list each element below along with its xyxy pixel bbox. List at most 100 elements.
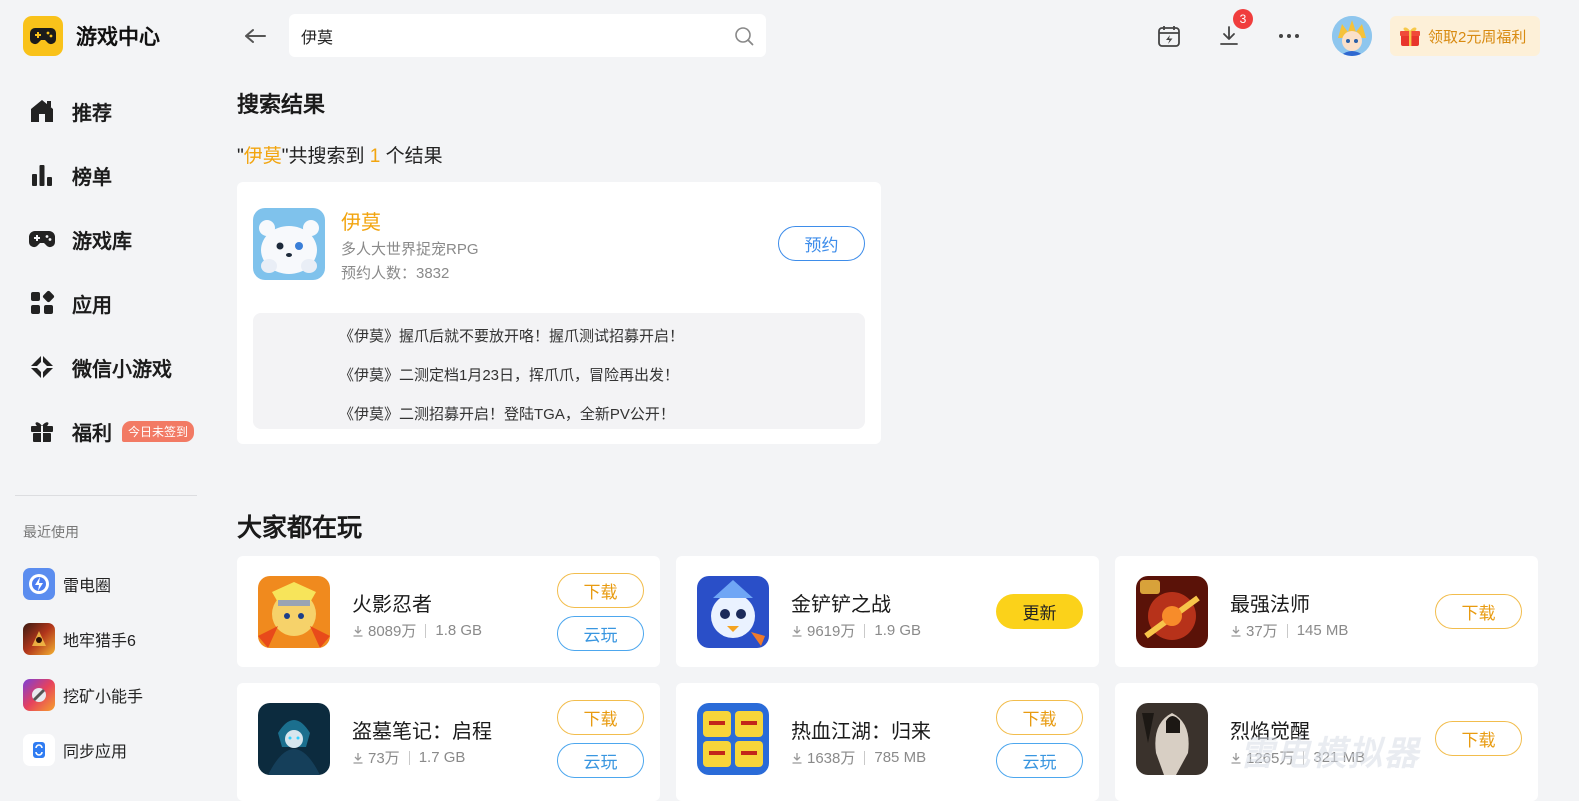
download-button[interactable]: 下载 bbox=[1435, 594, 1522, 629]
lieyanjuexing-game-icon[interactable] bbox=[1136, 703, 1208, 775]
download-count: 8089万 bbox=[368, 623, 417, 640]
file-size: 1.7 GB bbox=[418, 749, 466, 766]
download-count: 1638万 bbox=[807, 750, 856, 767]
result-game-name[interactable]: 伊莫 bbox=[341, 206, 381, 235]
rexuejianghu-game-icon[interactable] bbox=[697, 703, 769, 775]
game-name[interactable]: 火影忍者 bbox=[352, 588, 432, 617]
search-input[interactable] bbox=[301, 26, 734, 45]
game-meta: 73万 1.7 GB bbox=[352, 747, 465, 768]
download-icon bbox=[1220, 26, 1238, 45]
app-title: 游戏中心 bbox=[76, 26, 160, 49]
promo-label: 领取2元周福利 bbox=[1428, 28, 1527, 46]
home-icon bbox=[28, 97, 56, 125]
download-count: 73万 bbox=[368, 750, 400, 767]
jinchanchan-game-icon[interactable] bbox=[697, 576, 769, 648]
game-meta: 8089万 1.8 GB bbox=[352, 620, 482, 641]
sidebar-item-wechat-minigames[interactable]: 微信小游戏 bbox=[16, 335, 206, 399]
reserve-button[interactable]: 预约 bbox=[778, 226, 865, 261]
download-button[interactable]: 下载 bbox=[557, 573, 644, 608]
update-button[interactable]: 更新 bbox=[996, 594, 1083, 629]
quote-close: " bbox=[281, 146, 289, 167]
game-card-huoying[interactable]: 火影忍者 8089万 1.8 GB 下载 云玩 bbox=[237, 556, 660, 667]
more-button[interactable] bbox=[1270, 20, 1308, 52]
quote-open: " bbox=[237, 146, 244, 167]
news-item[interactable]: 《伊莫》二测定档1月23日，挥爪爪，冒险再出发！ bbox=[339, 364, 679, 385]
daomubiji-game-icon[interactable] bbox=[258, 703, 330, 775]
recent-item-mining-helper[interactable]: 挖矿小能手 bbox=[23, 667, 143, 723]
calendar-icon bbox=[1158, 26, 1180, 47]
huoying-game-icon[interactable] bbox=[258, 576, 330, 648]
yimo-game-icon[interactable] bbox=[253, 208, 325, 280]
gift-box-icon bbox=[1398, 24, 1422, 48]
game-name[interactable]: 最强法师 bbox=[1230, 588, 1310, 617]
download-button[interactable]: 下载 bbox=[996, 700, 1083, 735]
download-button[interactable]: 下载 bbox=[1435, 721, 1522, 756]
sidebar-item-label: 福利 bbox=[72, 422, 112, 445]
file-size: 785 MB bbox=[874, 749, 927, 766]
weekly-welfare-button[interactable]: 领取2元周福利 bbox=[1390, 16, 1540, 56]
news-item[interactable]: 《伊莫》握爪后就不要放开咯！握爪测试招募开启！ bbox=[339, 325, 684, 346]
top-toolbar: 3 bbox=[1150, 9, 1308, 52]
sidebar-item-apps[interactable]: 应用 bbox=[16, 271, 206, 335]
recent-item-dungeon-hunter[interactable]: 地牢猎手6 bbox=[23, 612, 143, 668]
recent-item-sync-app[interactable]: 同步应用 bbox=[23, 723, 143, 779]
sidebar: 游戏中心 推荐 榜单 游戏库 应用 微信小游戏 福利 今日未签到 最近使用 雷电… bbox=[0, 0, 213, 801]
gift-icon bbox=[28, 417, 56, 445]
game-name[interactable]: 热血江湖：归来 bbox=[791, 715, 931, 744]
game-card-rexuejianghu[interactable]: 热血江湖：归来 1638万 785 MB 下载 云玩 bbox=[676, 683, 1099, 801]
download-count-badge: 3 bbox=[1233, 9, 1253, 29]
result-game-genre: 多人大世界捉宠RPG bbox=[341, 241, 479, 258]
calendar-button[interactable] bbox=[1150, 20, 1188, 52]
sidebar-item-game-library[interactable]: 游戏库 bbox=[16, 207, 206, 271]
game-card-jinchanchan[interactable]: 金铲铲之战 9619万 1.9 GB 更新 bbox=[676, 556, 1099, 667]
brand: 游戏中心 bbox=[23, 16, 160, 56]
sidebar-item-label: 榜单 bbox=[72, 166, 112, 189]
sidebar-item-welfare[interactable]: 福利 今日未签到 bbox=[16, 399, 206, 463]
recent-item-leidianquan[interactable]: 雷电圈 bbox=[23, 556, 143, 612]
game-card-zuiqiangfashi[interactable]: 最强法师 37万 145 MB 下载 bbox=[1115, 556, 1538, 667]
cloud-play-button[interactable]: 云玩 bbox=[996, 743, 1083, 778]
result-count-line: "伊莫"共搜索到 1 个结果 bbox=[237, 141, 443, 168]
file-size: 321 MB bbox=[1313, 749, 1366, 766]
download-count-icon bbox=[353, 625, 363, 637]
search-icon[interactable] bbox=[734, 26, 754, 46]
game-name[interactable]: 烈焰觉醒 bbox=[1230, 715, 1310, 744]
chart-bars-icon bbox=[28, 161, 56, 189]
sidebar-item-label: 应用 bbox=[72, 294, 112, 317]
download-button[interactable]: 下载 bbox=[557, 700, 644, 735]
download-count-icon bbox=[792, 625, 802, 637]
result-count: 1 bbox=[369, 146, 381, 167]
cloud-play-button[interactable]: 云玩 bbox=[557, 743, 644, 778]
cloud-play-button[interactable]: 云玩 bbox=[557, 616, 644, 651]
sidebar-item-label: 游戏库 bbox=[72, 230, 132, 253]
sidebar-item-label: 推荐 bbox=[72, 102, 112, 125]
file-size: 1.9 GB bbox=[874, 622, 922, 639]
search-box bbox=[289, 14, 766, 57]
download-count: 37万 bbox=[1246, 623, 1278, 640]
game-card-daomubiji[interactable]: 盗墓笔记：启程 73万 1.7 GB 下载 云玩 bbox=[237, 683, 660, 801]
game-name[interactable]: 盗墓笔记：启程 bbox=[352, 715, 492, 744]
more-dots-icon bbox=[1279, 34, 1299, 38]
download-count-icon bbox=[353, 752, 363, 764]
game-name[interactable]: 金铲铲之战 bbox=[791, 588, 891, 617]
recent-section-title: 最近使用 bbox=[23, 524, 79, 540]
game-card-lieyanjuexing[interactable]: 烈焰觉醒 1265万 321 MB 下载 bbox=[1115, 683, 1538, 801]
file-size: 145 MB bbox=[1296, 622, 1349, 639]
back-button[interactable] bbox=[240, 22, 270, 50]
recent-item-label: 挖矿小能手 bbox=[63, 688, 144, 706]
sign-in-badge: 今日未签到 bbox=[122, 420, 195, 442]
news-item[interactable]: 《伊莫》二测招募开启！登陆TGA，全新PV公开！ bbox=[339, 403, 675, 424]
search-keyword: 伊莫 bbox=[243, 146, 282, 167]
leidianquan-app-icon bbox=[23, 567, 55, 600]
sidebar-item-rankings[interactable]: 榜单 bbox=[16, 143, 206, 207]
user-avatar[interactable] bbox=[1332, 16, 1372, 56]
download-count: 1265万 bbox=[1246, 750, 1295, 767]
sidebar-item-recommend[interactable]: 推荐 bbox=[16, 79, 206, 143]
game-meta: 1265万 321 MB bbox=[1230, 747, 1365, 768]
download-count-icon bbox=[1231, 625, 1241, 637]
search-result-card[interactable]: 伊莫 多人大世界捉宠RPG 预约人数：3832 预约 《伊莫》握爪后就不要放开咯… bbox=[237, 182, 881, 444]
diamond-icon bbox=[28, 353, 56, 381]
downloads-button[interactable]: 3 bbox=[1210, 9, 1253, 52]
zuiqiangfashi-game-icon[interactable] bbox=[1136, 576, 1208, 648]
download-count: 9619万 bbox=[807, 623, 856, 640]
